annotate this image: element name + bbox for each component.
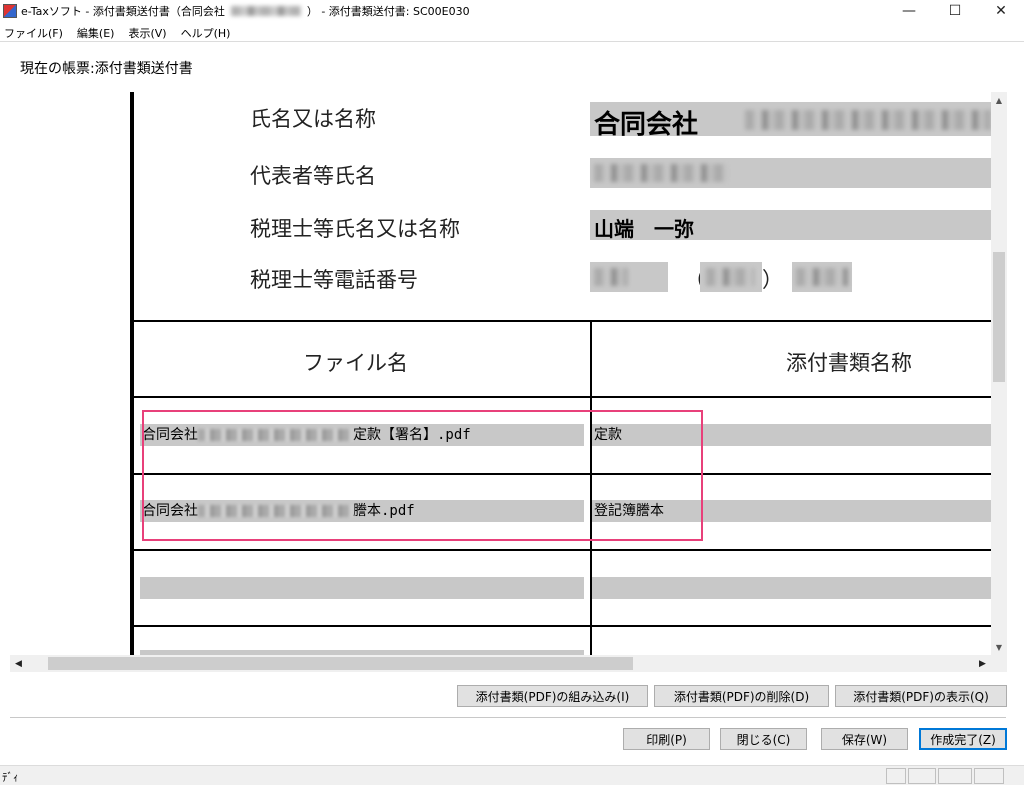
menu-view[interactable]: 表示(V): [128, 25, 166, 41]
file-name-header: ファイル名: [303, 351, 408, 375]
scroll-right-icon[interactable]: ▶: [974, 655, 991, 672]
redacted-phone-area: [594, 268, 628, 286]
tax-accountant-label: 税理士等氏名又は名称: [250, 217, 460, 241]
menu-file[interactable]: ファイル(F): [4, 25, 63, 41]
complete-button[interactable]: 作成完了(Z): [919, 728, 1007, 750]
file-name-suffix: 謄本.pdf: [353, 503, 415, 519]
status-panel: [974, 768, 1004, 784]
status-panel: [908, 768, 936, 784]
doc-name-cell[interactable]: 定款: [592, 424, 991, 446]
redacted-name: [745, 110, 991, 130]
redacted-file-name: [198, 429, 353, 441]
scroll-corner: [991, 655, 1007, 672]
name-label: 氏名又は名称: [250, 107, 376, 131]
redacted-phone-number: [796, 268, 848, 286]
horizontal-scroll-thumb[interactable]: [48, 657, 633, 670]
vertical-scrollbar[interactable]: ▲ ▼: [991, 92, 1007, 655]
file-name-prefix: 合同会社: [142, 503, 198, 519]
file-name-cell[interactable]: 合同会社 定款【署名】.pdf: [140, 424, 584, 446]
form-left-border: [130, 92, 134, 655]
status-bar: ﾃﾞｨ: [0, 765, 1024, 785]
file-name-suffix: 定款【署名】.pdf: [353, 427, 471, 443]
file-name-cell[interactable]: [140, 577, 584, 599]
title-bar: e-Taxソフト - 添付書類送付書（合同会社 ） - 添付書類送付書: SC0…: [0, 0, 1024, 22]
document-viewport: 氏名又は名称 合同会社 代表者等氏名 税理士等氏名又は名称 山端 一弥 税理士等…: [10, 92, 991, 655]
phone-label: 税理士等電話番号: [250, 268, 418, 292]
menu-bar: ファイル(F) 編集(E) 表示(V) ヘルプ(H): [0, 24, 1024, 42]
table-top-border: [134, 320, 991, 322]
representative-label: 代表者等氏名: [250, 164, 376, 188]
menu-edit[interactable]: 編集(E): [77, 25, 115, 41]
window-title: e-Taxソフト - 添付書類送付書（合同会社: [21, 5, 225, 18]
save-button[interactable]: 保存(W): [821, 728, 908, 750]
doc-name-header: 添付書類名称: [786, 351, 912, 375]
row-border: [134, 473, 991, 475]
redacted-representative: [594, 164, 729, 182]
row-border: [134, 549, 991, 551]
redacted-phone-local: [706, 268, 754, 286]
delete-pdf-button[interactable]: 添付書類(PDF)の削除(D): [654, 685, 829, 707]
scroll-up-icon[interactable]: ▲: [991, 92, 1007, 108]
window-title-suffix: ） - 添付書類送付書: SC00E030: [306, 5, 470, 18]
scroll-left-icon[interactable]: ◀: [10, 655, 27, 672]
redacted-file-name: [198, 505, 353, 517]
status-panel: [886, 768, 906, 784]
button-separator: [10, 717, 1006, 718]
file-name-prefix: 合同会社: [142, 427, 198, 443]
scroll-down-icon[interactable]: ▼: [991, 639, 1007, 655]
show-pdf-button[interactable]: 添付書類(PDF)の表示(Q): [835, 685, 1007, 707]
status-panel: [938, 768, 972, 784]
doc-name-cell[interactable]: 登記簿謄本: [592, 500, 991, 522]
close-button[interactable]: 閉じる(C): [720, 728, 807, 750]
file-name-cell[interactable]: 合同会社 謄本.pdf: [140, 500, 584, 522]
app-icon: [3, 4, 17, 18]
current-form-label: 現在の帳票:添付書類送付書: [20, 61, 193, 77]
doc-name-cell[interactable]: [592, 577, 991, 599]
header-bottom-border: [134, 396, 991, 398]
vertical-scroll-thumb[interactable]: [993, 252, 1005, 382]
phone-close-paren: ）: [762, 268, 783, 292]
maximize-button[interactable]: ☐: [932, 0, 978, 22]
tax-accountant-value: 山端 一弥: [594, 217, 694, 241]
menu-help[interactable]: ヘルプ(H): [181, 25, 231, 41]
horizontal-scrollbar[interactable]: ◀ ▶: [10, 655, 991, 672]
status-text: ﾃﾞｨ: [2, 771, 19, 784]
embed-pdf-button[interactable]: 添付書類(PDF)の組み込み(I): [457, 685, 648, 707]
print-button[interactable]: 印刷(P): [623, 728, 710, 750]
row-border: [134, 625, 991, 627]
minimize-button[interactable]: —: [886, 0, 932, 22]
close-window-button[interactable]: ✕: [978, 0, 1024, 22]
name-value: 合同会社: [594, 110, 699, 140]
table-column-divider: [590, 320, 592, 655]
redacted-company-name: [230, 6, 301, 16]
page-margin: [10, 92, 130, 655]
